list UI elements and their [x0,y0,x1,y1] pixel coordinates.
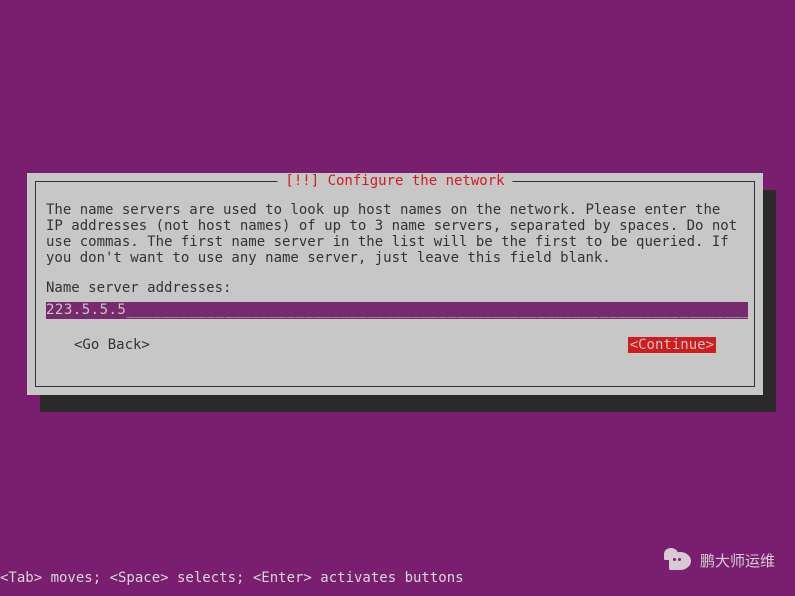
dialog: [!!] Configure the network The name serv… [27,173,763,395]
field-label: Name server addresses: [46,280,744,296]
dialog-body-text: The name servers are used to look up hos… [46,202,744,266]
watermark: 鹏大师运维 [664,548,775,572]
watermark-text: 鹏大师运维 [700,550,775,571]
button-row: <Go Back> <Continue> [46,337,744,353]
wechat-icon [664,548,692,572]
footer-hint: <Tab> moves; <Space> selects; <Enter> ac… [0,570,464,586]
dialog-title: [!!] Configure the network [277,173,512,189]
input-padding: ________________________________________… [126,302,748,318]
nameserver-value: 223.5.5.5 [46,302,126,318]
nameserver-input[interactable]: 223.5.5.5_______________________________… [46,302,748,319]
dialog-inner: [!!] Configure the network The name serv… [35,181,755,387]
continue-button[interactable]: <Continue> [628,337,716,353]
go-back-button[interactable]: <Go Back> [74,337,150,353]
